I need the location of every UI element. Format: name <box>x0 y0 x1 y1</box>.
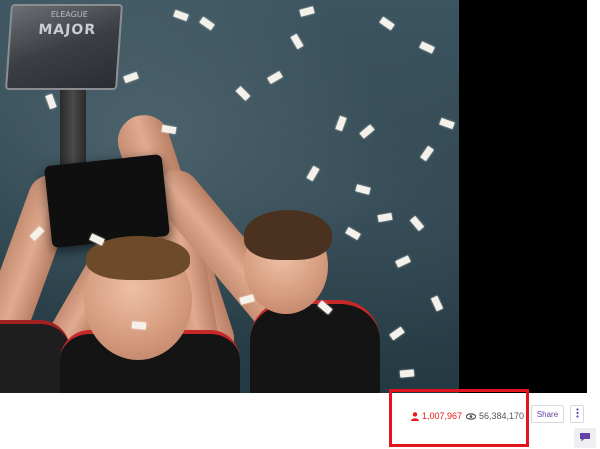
trophy-stem <box>60 88 86 168</box>
confetti-piece <box>439 117 455 130</box>
trophy-base <box>44 154 170 248</box>
confetti-piece <box>131 321 147 330</box>
confetti-piece <box>395 255 411 268</box>
confetti-piece <box>299 6 315 17</box>
confetti-piece <box>430 295 444 312</box>
confetti-piece <box>267 70 283 85</box>
confetti-piece <box>345 226 361 241</box>
player-hair <box>244 210 332 260</box>
confetti-piece <box>199 16 215 31</box>
confetti-piece <box>399 369 415 378</box>
confetti-piece <box>335 115 347 132</box>
confetti-piece <box>173 9 189 22</box>
vertical-ellipsis-icon <box>575 405 579 423</box>
confetti-piece <box>419 41 435 54</box>
annotation-highlight-box <box>389 389 529 447</box>
confetti-piece <box>355 184 371 195</box>
trophy-logo-top: ELEAGUE <box>50 10 89 19</box>
confetti-piece <box>45 93 57 110</box>
player-shirt <box>250 300 380 393</box>
confetti-piece <box>389 326 405 341</box>
confetti-piece <box>290 33 304 50</box>
trophy-logo-text: MAJOR <box>37 22 97 38</box>
video-frame[interactable]: ELEAGUE MAJOR <box>0 0 459 393</box>
confetti-piece <box>379 16 395 31</box>
confetti-piece <box>306 165 320 182</box>
confetti-piece <box>377 212 393 223</box>
chat-toggle-button[interactable] <box>574 428 596 448</box>
confetti-piece <box>235 86 251 101</box>
confetti-piece <box>123 71 139 84</box>
more-options-button[interactable] <box>570 405 584 423</box>
stream-page: ELEAGUE MAJOR 1,007,967 56,384,170 Share <box>0 0 600 449</box>
trophy-plate: ELEAGUE MAJOR <box>4 4 124 90</box>
video-player[interactable]: ELEAGUE MAJOR <box>0 0 587 393</box>
confetti-piece <box>420 145 434 162</box>
confetti-piece <box>409 215 425 232</box>
share-button-label: Share <box>536 409 559 419</box>
chat-bubble-icon <box>580 429 590 447</box>
letterbox-bar <box>459 0 587 393</box>
share-button[interactable]: Share <box>531 405 564 423</box>
confetti-piece <box>359 124 375 139</box>
